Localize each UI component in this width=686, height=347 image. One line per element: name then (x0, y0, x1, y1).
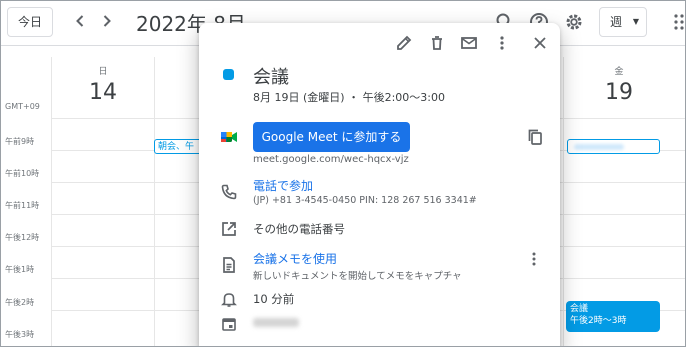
column-divider (51, 57, 52, 346)
notes-more-icon[interactable] (527, 251, 541, 267)
more-phone-numbers-link[interactable]: その他の電話番号 (253, 221, 345, 237)
next-week-icon[interactable] (96, 10, 118, 32)
calendar-name-redacted (253, 318, 299, 327)
timezone-label: GMT+09 (5, 102, 40, 111)
time-label: 午後2時 (5, 298, 35, 307)
event-color-square (223, 69, 234, 80)
apps-grid-icon[interactable] (673, 13, 685, 31)
today-button[interactable]: 今日 (7, 7, 53, 37)
time-label: 午前10時 (5, 169, 40, 178)
time-label: 午前9時 (5, 137, 35, 146)
delete-icon[interactable] (427, 33, 447, 53)
redacted-text (574, 144, 624, 150)
calendar-window: 今日 2022年 8月 週 ▼ 日 14 金 19 GMT+09 午前9時 午前… (0, 0, 686, 347)
prev-week-icon[interactable] (69, 10, 91, 32)
join-by-phone-link[interactable]: 電話で参加 (253, 177, 313, 194)
event-details-popup: 会議 8月 19日 (金曜日) ・ 午後2:00～3:00 Google Mee… (199, 23, 560, 346)
copy-icon[interactable] (525, 127, 545, 147)
calendar-icon (219, 314, 239, 334)
column-divider (563, 57, 564, 346)
day-abbr-friday: 金 (614, 67, 624, 77)
edit-icon[interactable] (394, 33, 414, 53)
meeting-notes-description: 新しいドキュメントを開始してメモをキャプチャ (253, 271, 462, 282)
google-meet-icon (219, 127, 239, 147)
time-label: 午後1時 (5, 265, 35, 274)
meet-url: meet.google.com/wec-hqcx-vjz (253, 154, 409, 165)
day-number-friday[interactable]: 19 (599, 80, 639, 105)
phone-details: (JP) +81 3-4545-0450 PIN: 128 267 516 33… (253, 195, 477, 206)
event-chip-morning-meeting[interactable]: 朝会、午 (154, 139, 204, 154)
view-selector[interactable]: 週 ▼ (599, 7, 647, 37)
event-chip-redacted[interactable] (567, 139, 660, 154)
join-meet-button[interactable]: Google Meet に参加する (253, 122, 410, 152)
view-selector-label: 週 (610, 15, 623, 29)
document-icon (219, 255, 239, 275)
event-datetime: 8月 19日 (金曜日) ・ 午後2:00～3:00 (253, 91, 445, 104)
time-label: 午後12時 (5, 233, 40, 242)
event-title: 会議 (253, 67, 289, 88)
time-label: 午前11時 (5, 201, 40, 210)
bell-icon (219, 289, 239, 309)
day-abbr-sunday: 日 (98, 67, 108, 77)
event-block-time: 午後2時～3時 (570, 316, 627, 326)
close-icon[interactable] (530, 33, 550, 53)
reminder-text: 10 分前 (253, 292, 295, 306)
more-options-icon[interactable] (492, 33, 512, 53)
day-number-sunday[interactable]: 14 (83, 80, 123, 105)
column-divider (154, 57, 155, 346)
settings-icon[interactable] (563, 11, 585, 33)
phone-icon (219, 182, 239, 202)
open-in-new-icon (219, 219, 239, 239)
meeting-notes-link[interactable]: 会議メモを使用 (253, 250, 337, 267)
caret-down-icon: ▼ (632, 17, 639, 26)
event-block-title: 会議 (570, 304, 589, 314)
time-label: 午後3時 (5, 330, 35, 339)
email-icon[interactable] (459, 33, 479, 53)
event-block-meeting[interactable]: 会議 午後2時～3時 (566, 301, 660, 332)
